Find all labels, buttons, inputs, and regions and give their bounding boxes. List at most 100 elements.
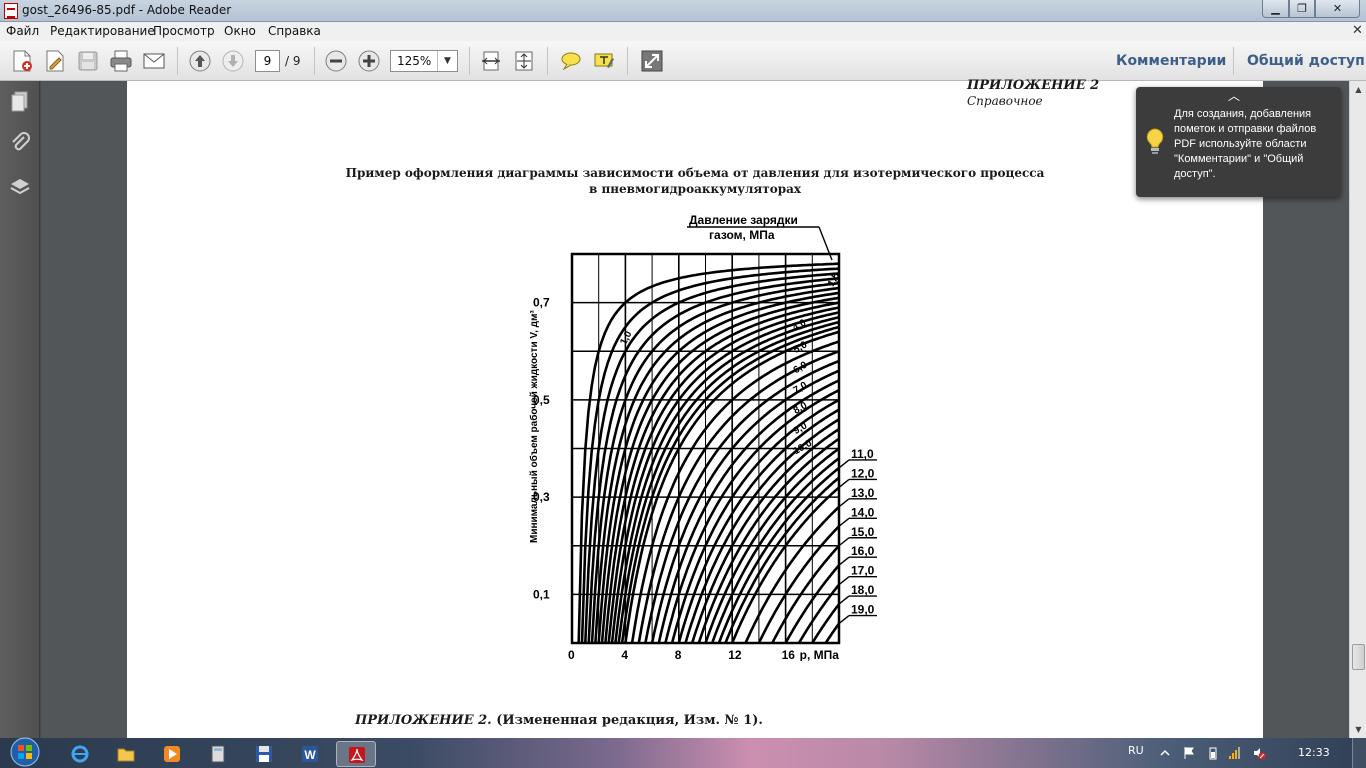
- page-thumbnails-icon[interactable]: [8, 89, 32, 113]
- taskbar-ie[interactable]: [60, 741, 100, 767]
- close-document-icon[interactable]: ✕: [1352, 23, 1363, 38]
- pdf-page: ПРИЛОЖЕНИЕ 2 Справочное Пример оформлени…: [127, 78, 1263, 738]
- series-label: 11,0: [851, 447, 874, 461]
- x-axis-label: p, МПа: [800, 648, 840, 661]
- series-label: 14,0: [851, 505, 875, 519]
- menu-view[interactable]: Просмотр: [153, 24, 215, 38]
- start-button-icon[interactable]: [5, 736, 45, 768]
- zoom-in-icon[interactable]: [357, 49, 381, 73]
- collapse-chevron-icon[interactable]: ︿: [1228, 87, 1240, 104]
- previous-page-icon[interactable]: [188, 49, 212, 73]
- windows-taskbar: W RU 12:33: [0, 736, 1366, 768]
- pdf-file-icon: [4, 3, 18, 19]
- zoom-out-icon[interactable]: [324, 49, 348, 73]
- series-label-leader: [838, 595, 850, 605]
- highlight-icon[interactable]: [592, 49, 616, 73]
- vertical-scrollbar[interactable]: ▲ ▼: [1349, 81, 1366, 738]
- appendix-subheading: Справочное: [967, 94, 1043, 108]
- window-title-bar[interactable]: gost_26496-85.pdf - Adobe Reader ▁ ❐ ✕: [0, 0, 1366, 22]
- attachments-icon[interactable]: [8, 131, 32, 155]
- series-curve: [644, 359, 839, 643]
- chevron-down-icon[interactable]: ▼: [437, 51, 457, 71]
- hint-tooltip: ︿ Для создания, добавления пометок и отп…: [1136, 87, 1341, 197]
- series-label-leader: [838, 459, 850, 469]
- scroll-down-arrow-icon[interactable]: ▼: [1351, 722, 1366, 737]
- zoom-select[interactable]: 125% ▼: [390, 50, 458, 72]
- figure-title-continued: в пневмогидроаккумуляторах: [588, 182, 802, 196]
- toolbar-separator: [177, 47, 178, 75]
- x-tick-label: 16: [782, 648, 796, 661]
- create-pdf-icon[interactable]: [10, 49, 34, 73]
- menu-edit[interactable]: Редактирование: [50, 24, 155, 38]
- save-icon[interactable]: [76, 49, 100, 73]
- maximize-button[interactable]: ❐: [1289, 0, 1315, 18]
- volume-muted-icon[interactable]: [1252, 746, 1266, 760]
- word-icon: W: [302, 746, 318, 762]
- svg-text:W: W: [304, 748, 316, 762]
- taskbar-word[interactable]: W: [290, 741, 330, 767]
- action-center-flag-icon[interactable]: [1182, 746, 1196, 760]
- taskbar-explorer[interactable]: [106, 741, 146, 767]
- toolbar-separator: [547, 47, 548, 75]
- taskbar-save-app[interactable]: [244, 741, 284, 767]
- lightbulb-icon: [1146, 128, 1164, 154]
- language-indicator[interactable]: RU: [1128, 744, 1144, 757]
- taskbar-adobe-reader[interactable]: [336, 741, 376, 767]
- menu-file[interactable]: Файл: [6, 24, 39, 38]
- email-icon[interactable]: [142, 49, 166, 73]
- x-tick-label: 12: [728, 648, 742, 661]
- close-button[interactable]: ✕: [1315, 0, 1360, 18]
- series-label-leader: [838, 498, 850, 508]
- footer-note: ПРИЛОЖЕНИЕ 2. (Измененная редакция, Изм.…: [355, 713, 763, 728]
- edit-pdf-icon[interactable]: [43, 49, 67, 73]
- zoom-value: 125%: [397, 54, 432, 68]
- series-label: 17,0: [851, 564, 875, 578]
- series-label: 15,0: [851, 525, 875, 539]
- system-clock[interactable]: 12:33: [1298, 746, 1330, 759]
- figure-title: Пример оформления диаграммы зависимости …: [345, 166, 1045, 180]
- battery-icon[interactable]: [1206, 746, 1220, 760]
- menu-help[interactable]: Справка: [268, 24, 321, 38]
- taskbar-media-player[interactable]: [152, 741, 192, 767]
- page-number-input[interactable]: [255, 50, 280, 72]
- show-hidden-icons-icon[interactable]: [1158, 746, 1172, 760]
- series-label: 6,0: [792, 359, 810, 376]
- minimize-button[interactable]: ▁: [1262, 0, 1289, 18]
- print-icon[interactable]: [109, 49, 133, 73]
- series-label-leader: [838, 556, 850, 566]
- comments-pane-button[interactable]: Комментарии: [1116, 53, 1226, 69]
- share-pane-button[interactable]: Общий доступ: [1247, 53, 1365, 69]
- floppy-disk-icon: [256, 746, 272, 762]
- x-tick-label: 4: [621, 648, 628, 661]
- menu-window[interactable]: Окно: [224, 24, 256, 38]
- tooltip-text: Для создания, добавления пометок и отпра…: [1174, 108, 1317, 180]
- y-axis-label: Минимальный объем рабочей жидкости V, дм…: [528, 310, 540, 543]
- scrollbar-thumb[interactable]: [1352, 644, 1365, 670]
- series-curve: [811, 603, 839, 643]
- series-curve: [757, 525, 839, 643]
- scroll-up-arrow-icon[interactable]: ▲: [1351, 82, 1366, 97]
- series-curve: [824, 622, 839, 643]
- toolbar-separator: [314, 47, 315, 75]
- full-screen-icon[interactable]: [640, 49, 664, 73]
- pressure-volume-chart: 1,01,52,02,53,03,54,05,06,07,08,09,010,0…: [519, 213, 899, 661]
- navigation-pane: [0, 81, 40, 738]
- network-signal-icon[interactable]: [1228, 746, 1242, 760]
- series-label-leader: [838, 478, 850, 488]
- calculator-icon: [211, 745, 225, 763]
- fit-page-icon[interactable]: [479, 49, 503, 73]
- show-desktop-button[interactable]: [1352, 738, 1366, 768]
- toolbar-separator: [469, 47, 470, 75]
- series-label: 13,0: [851, 486, 875, 500]
- series-label: 16,0: [851, 544, 875, 558]
- fit-width-icon[interactable]: [512, 49, 536, 73]
- footer-appendix-label: ПРИЛОЖЕНИЕ 2.: [355, 713, 492, 728]
- series-label-leader: [838, 517, 850, 527]
- toolbar-separator: [627, 47, 628, 75]
- next-page-icon[interactable]: [221, 49, 245, 73]
- taskbar-calculator[interactable]: [198, 741, 238, 767]
- comment-icon[interactable]: [559, 49, 583, 73]
- layers-icon[interactable]: [8, 175, 32, 199]
- adobe-reader-icon: [349, 747, 365, 763]
- series-label: 19,0: [851, 603, 875, 617]
